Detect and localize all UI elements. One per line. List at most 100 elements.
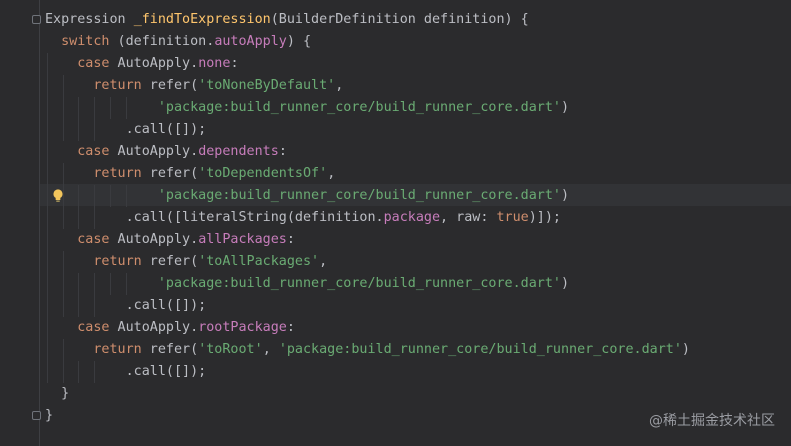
code-token: )	[560, 100, 570, 115]
code-token: allPackages	[198, 232, 287, 247]
code-token: switch	[61, 34, 110, 49]
code-token: )]);	[528, 210, 561, 225]
code-token: AutoApply.	[109, 56, 199, 71]
code-token: case	[77, 320, 110, 335]
code-text: Expression _findToExpression(BuilderDefi…	[45, 9, 529, 31]
code-token: return	[93, 166, 142, 181]
code-token: AutoApply.	[109, 232, 199, 247]
code-token: refer(	[141, 342, 199, 357]
code-line[interactable]: return refer('toNoneByDefault',	[0, 75, 791, 97]
code-token: ,	[319, 254, 328, 269]
code-token: 'toRoot'	[198, 342, 263, 357]
code-line[interactable]: 'package:build_runner_core/build_runner_…	[0, 97, 791, 119]
code-token: AutoApply.	[109, 320, 199, 335]
code-token: return	[93, 78, 142, 93]
code-line[interactable]: case AutoApply.dependents:	[0, 141, 791, 163]
code-token: ) {	[286, 34, 312, 49]
code-text: case AutoApply.rootPackage:	[45, 317, 295, 339]
code-token: _findToExpression	[133, 12, 271, 27]
code-line[interactable]: Expression _findToExpression(BuilderDefi…	[0, 9, 791, 31]
code-token: ,	[262, 342, 279, 357]
code-token: refer(	[141, 166, 199, 181]
code-text: .call([]);	[45, 119, 207, 141]
code-line[interactable]: }	[0, 383, 791, 405]
code-text: .call([]);	[45, 361, 207, 383]
code-token: refer(	[141, 254, 199, 269]
code-line[interactable]: case AutoApply.allPackages:	[0, 229, 791, 251]
code-token: :	[286, 320, 295, 335]
code-token: , raw:	[440, 210, 497, 225]
code-line[interactable]: return refer('toRoot', 'package:build_ru…	[0, 339, 791, 361]
code-token: package	[383, 210, 441, 225]
code-token: .call([]);	[45, 122, 207, 137]
code-line[interactable]: case AutoApply.none:	[0, 53, 791, 75]
code-text: case AutoApply.allPackages:	[45, 229, 295, 251]
code-token: }	[45, 386, 70, 401]
code-token: return	[93, 342, 142, 357]
fold-marker-icon[interactable]	[32, 411, 41, 420]
code-line[interactable]: 'package:build_runner_core/build_runner_…	[0, 185, 791, 207]
code-line[interactable]: return refer('toDependentsOf',	[0, 163, 791, 185]
code-token: Expression	[45, 12, 134, 27]
code-editor[interactable]: Expression _findToExpression(BuilderDefi…	[0, 0, 791, 446]
code-token: :	[278, 144, 287, 159]
code-token: none	[198, 56, 231, 71]
code-line[interactable]: case AutoApply.rootPackage:	[0, 317, 791, 339]
code-line[interactable]: .call([]);	[0, 361, 791, 383]
intention-bulb-icon[interactable]	[52, 189, 64, 203]
code-text: return refer('toRoot', 'package:build_ru…	[45, 339, 690, 361]
code-text: }	[45, 383, 69, 405]
code-lines[interactable]: Expression _findToExpression(BuilderDefi…	[0, 9, 791, 427]
code-token: )	[681, 342, 690, 357]
code-text: }	[45, 405, 53, 427]
code-line[interactable]: .call([]);	[0, 295, 791, 317]
watermark: @稀土掘金技术社区	[649, 413, 775, 429]
code-token: 'package:build_runner_core/build_runner_…	[278, 342, 682, 357]
code-text: .call([]);	[45, 295, 207, 317]
code-token: )	[560, 276, 570, 291]
code-line[interactable]: return refer('toAllPackages',	[0, 251, 791, 273]
code-token: ,	[327, 166, 336, 181]
code-line[interactable]: .call([]);	[0, 119, 791, 141]
code-token: true	[496, 210, 529, 225]
code-token: 'toAllPackages'	[198, 254, 320, 269]
code-line[interactable]: switch (definition.autoApply) {	[0, 31, 791, 53]
code-token: }	[45, 408, 54, 423]
code-token: 'package:build_runner_core/build_runner_…	[157, 188, 561, 203]
code-token: case	[77, 56, 110, 71]
code-token: rootPackage	[198, 320, 287, 335]
code-line[interactable]: 'package:build_runner_core/build_runner_…	[0, 273, 791, 295]
code-token: .call([]);	[45, 298, 207, 313]
code-text: switch (definition.autoApply) {	[45, 31, 311, 53]
code-token: autoApply	[214, 34, 287, 49]
code-token: (BuilderDefinition definition) {	[270, 12, 529, 27]
code-token: AutoApply.	[109, 144, 199, 159]
code-line[interactable]: .call([literalString(definition.package,…	[0, 207, 791, 229]
code-text: 'package:build_runner_core/build_runner_…	[45, 273, 569, 295]
code-token: (definition.	[109, 34, 215, 49]
code-token: )	[560, 188, 570, 203]
code-token: case	[77, 232, 110, 247]
code-text: .call([literalString(definition.package,…	[45, 207, 561, 229]
code-token: case	[77, 144, 110, 159]
code-token: dependents	[198, 144, 279, 159]
code-text: case AutoApply.dependents:	[45, 141, 287, 163]
code-token: 'toDependentsOf'	[198, 166, 328, 181]
code-token: .call([literalString(definition.	[45, 210, 384, 225]
code-token: 'package:build_runner_core/build_runner_…	[157, 100, 561, 115]
code-text: return refer('toNoneByDefault',	[45, 75, 343, 97]
code-text: return refer('toDependentsOf',	[45, 163, 335, 185]
fold-marker-icon[interactable]	[32, 15, 41, 24]
code-token: :	[230, 56, 239, 71]
code-token: .call([]);	[45, 364, 207, 379]
